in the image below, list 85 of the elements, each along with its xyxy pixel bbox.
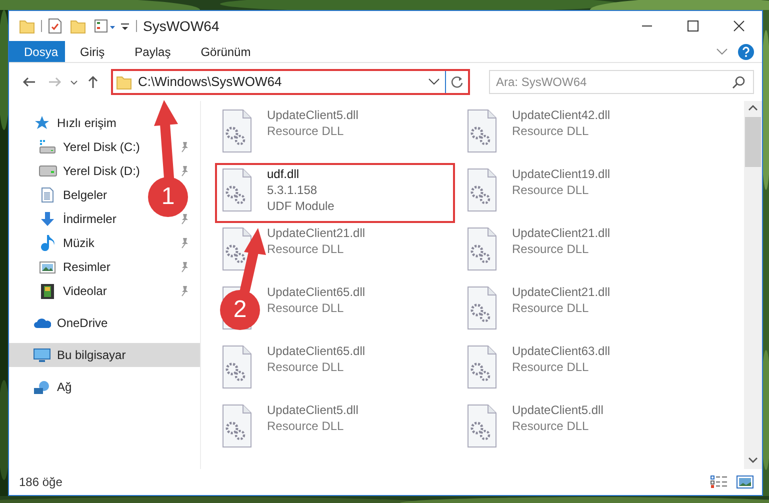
properties-icon[interactable] xyxy=(48,18,62,34)
sidebar-item[interactable]: Hızlı erişim xyxy=(9,111,124,135)
search-field[interactable]: Ara: SysWOW64 xyxy=(489,70,754,94)
large-icons-view-icon[interactable] xyxy=(736,475,754,489)
sidebar-item[interactable]: Yerel Disk (C:) xyxy=(9,135,148,159)
pin-icon[interactable] xyxy=(180,261,190,273)
pin-icon[interactable] xyxy=(180,165,190,177)
item-count: 186 öğe xyxy=(19,474,62,491)
file-gear-icon xyxy=(466,109,498,153)
star-icon xyxy=(33,115,51,131)
file-name[interactable]: UpdateClient21.dll xyxy=(267,225,366,241)
file-detail: Resource DLL xyxy=(267,241,345,257)
details-view-icon[interactable] xyxy=(710,475,728,489)
file-gear-icon xyxy=(221,109,253,153)
pin-icon[interactable] xyxy=(180,213,190,225)
ribbon-tab[interactable]: Paylaş xyxy=(120,41,186,62)
sidebar-item[interactable]: OneDrive xyxy=(9,311,116,335)
drive-icon xyxy=(39,163,57,179)
expand-ribbon-icon[interactable] xyxy=(716,48,728,56)
sidebar-item[interactable]: Belgeler xyxy=(9,183,116,207)
file-gear-icon xyxy=(221,227,253,271)
network-icon xyxy=(33,379,51,395)
close-icon[interactable] xyxy=(733,20,745,32)
down-arrow-icon xyxy=(39,211,57,227)
file-detail: UDF Module xyxy=(267,198,334,214)
sidebar-item[interactable]: Bu bilgisayar xyxy=(9,343,200,367)
file-gear-icon xyxy=(466,227,498,271)
sidebar-item[interactable]: Resimler xyxy=(9,255,118,279)
sidebar-item[interactable]: İndirmeler xyxy=(9,207,124,231)
window-title: SysWOW64 xyxy=(143,16,220,36)
ribbon-tab[interactable]: Giriş xyxy=(65,41,120,62)
file-name[interactable]: UpdateClient5.dll xyxy=(267,402,358,418)
file-gear-icon xyxy=(221,345,253,389)
file-gear-icon xyxy=(466,404,498,448)
scrollbar-thumb[interactable] xyxy=(745,117,761,167)
address-field[interactable]: C:\Windows\SysWOW64 xyxy=(112,70,469,94)
file-detail: Resource DLL xyxy=(267,123,345,139)
file-name[interactable]: UpdateClient63.dll xyxy=(512,343,610,359)
file-detail: Resource DLL xyxy=(512,300,590,316)
file-gear-icon xyxy=(221,404,253,448)
file-detail: Resource DLL xyxy=(512,241,590,257)
ribbon-tab[interactable]: Görünüm xyxy=(186,41,266,62)
file-gear-icon xyxy=(221,168,253,212)
music-note-icon xyxy=(39,235,57,251)
file-detail: Resource DLL xyxy=(267,300,345,316)
file-name[interactable]: UpdateClient5.dll xyxy=(512,402,604,418)
ribbon-tab[interactable]: Dosya xyxy=(9,41,65,62)
view-options-icon[interactable] xyxy=(94,18,116,34)
file-name[interactable]: UpdateClient21.dll xyxy=(512,284,610,300)
file-name[interactable]: UpdateClient5.dll xyxy=(267,107,358,123)
sidebar-item[interactable]: Ağ xyxy=(9,375,80,399)
maximize-icon[interactable] xyxy=(687,20,699,32)
help-icon[interactable] xyxy=(738,44,754,60)
dropdown-icon[interactable] xyxy=(428,78,440,86)
folder-icon xyxy=(116,74,132,90)
scrollbar[interactable] xyxy=(744,101,762,469)
file-detail: Resource DLL xyxy=(512,182,590,198)
pin-icon[interactable] xyxy=(180,285,190,297)
pin-icon[interactable] xyxy=(180,141,190,153)
monitor-icon xyxy=(33,347,51,363)
file-detail: Resource DLL xyxy=(267,359,345,375)
film-icon xyxy=(39,283,57,299)
file-name[interactable]: UpdateClient42.dll xyxy=(512,107,610,123)
file-detail: Resource DLL xyxy=(512,418,590,434)
file-name[interactable]: UpdateClient21.dll xyxy=(512,225,610,241)
sidebar-item[interactable]: Videolar xyxy=(9,279,115,303)
pin-icon[interactable] xyxy=(180,237,190,249)
search-icon[interactable] xyxy=(732,75,746,89)
file-name[interactable]: UpdateClient19.dll xyxy=(512,166,610,182)
drive-icon xyxy=(39,139,57,155)
folder-icon xyxy=(19,18,35,34)
file-detail: Resource DLL xyxy=(512,359,590,375)
file-gear-icon xyxy=(466,286,498,330)
file-detail: Resource DLL xyxy=(512,123,590,139)
file-detail: 5.3.1.158 xyxy=(267,182,318,198)
file-gear-icon xyxy=(466,345,498,389)
file-gear-icon xyxy=(466,168,498,212)
picture-icon xyxy=(39,259,57,275)
sidebar-item[interactable]: Yerel Disk (D:) xyxy=(9,159,148,183)
file-detail: Resource DLL xyxy=(267,418,345,434)
sidebar-item[interactable]: Müzik xyxy=(9,231,102,255)
file-name[interactable]: UpdateClient65.dll xyxy=(267,343,366,359)
file-name[interactable]: udf.dll xyxy=(267,166,334,182)
callout-arrow xyxy=(240,228,266,295)
file-name[interactable]: UpdateClient65.dll xyxy=(267,284,366,300)
